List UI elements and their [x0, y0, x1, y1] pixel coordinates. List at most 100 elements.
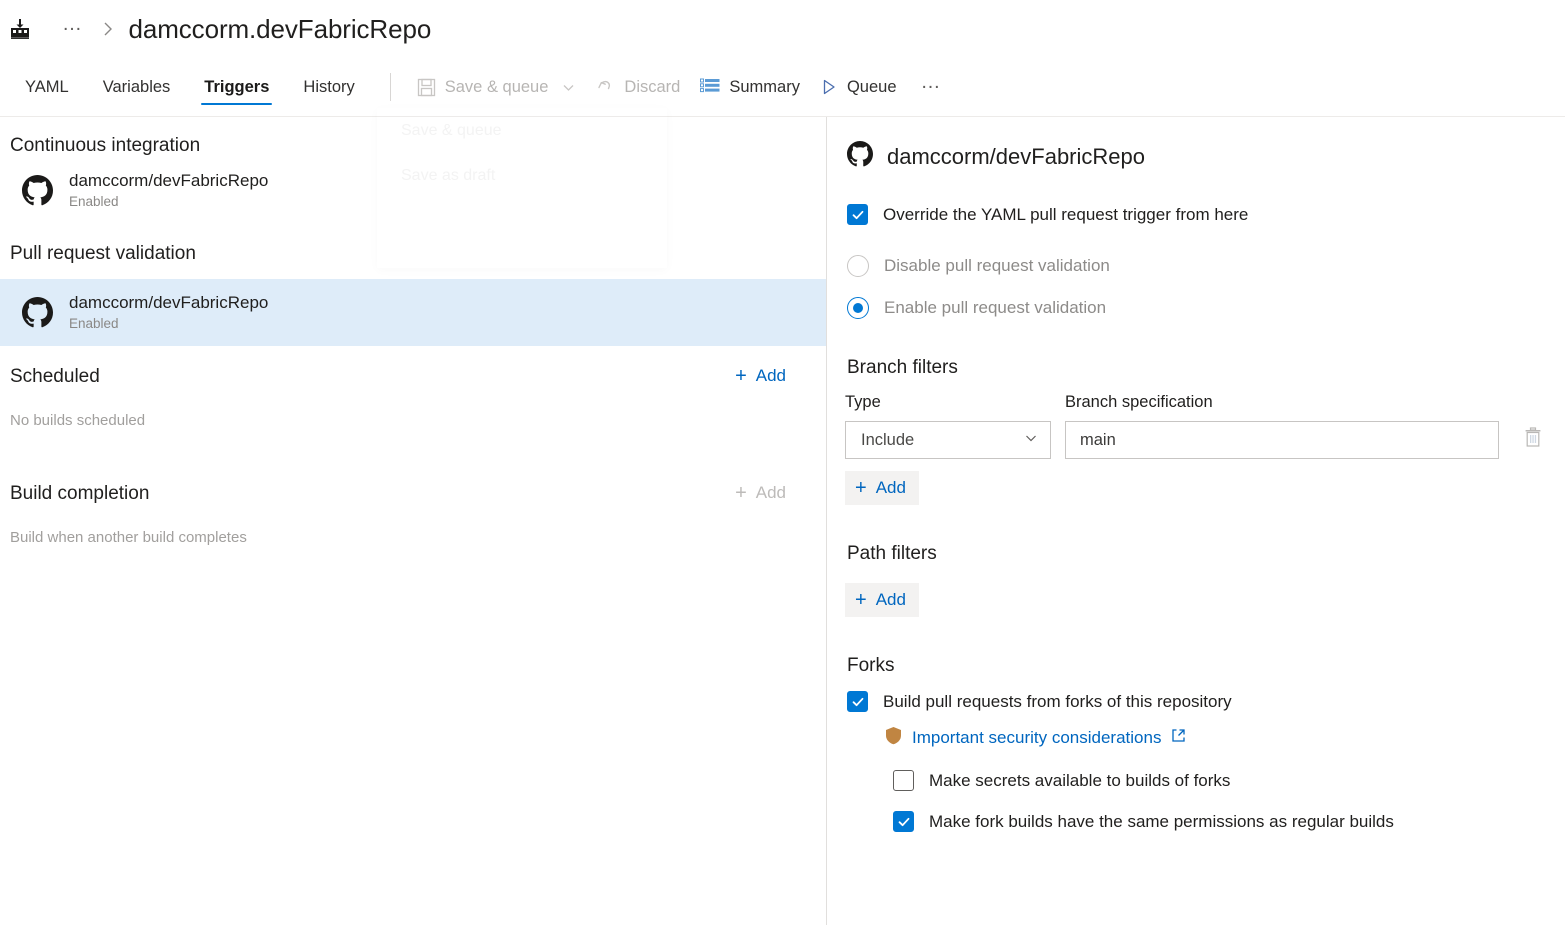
trigger-state: Enabled — [69, 316, 268, 332]
add-branch-filter-button[interactable]: + Add — [845, 471, 919, 505]
scheduled-empty-text: No builds scheduled — [0, 390, 826, 429]
branch-filter-type-label: Type — [845, 393, 1051, 412]
radio-dot — [853, 303, 863, 313]
checkbox-icon[interactable] — [893, 770, 914, 791]
add-path-filter-button[interactable]: + Add — [845, 583, 919, 617]
summary-list-icon — [700, 78, 720, 96]
queue-button[interactable]: Queue — [810, 71, 907, 104]
scheduled-section-header: Scheduled + Add — [0, 346, 826, 390]
build-completion-empty-text: Build when another build completes — [0, 507, 826, 546]
checkbox-icon[interactable] — [847, 204, 868, 225]
checkbox-icon[interactable] — [847, 691, 868, 712]
add-build-completion-label: Add — [756, 483, 786, 503]
pull-request-validation-heading: Pull request validation — [0, 225, 826, 265]
enable-pr-validation-label: Enable pull request validation — [884, 298, 1106, 318]
radio-icon-selected[interactable] — [847, 297, 869, 319]
override-yaml-trigger-checkbox-row[interactable]: Override the YAML pull request trigger f… — [845, 204, 1565, 225]
override-yaml-trigger-label: Override the YAML pull request trigger f… — [883, 205, 1248, 225]
toolbar-overflow-button[interactable]: … — [907, 71, 954, 94]
scheduled-heading: Scheduled — [0, 348, 100, 388]
play-icon — [820, 78, 838, 96]
build-completion-heading: Build completion — [0, 465, 149, 505]
trigger-item-continuous-integration[interactable]: damccorm/devFabricRepo Enabled — [0, 157, 826, 225]
branch-filters-heading: Branch filters — [847, 357, 1565, 379]
tab-triggers[interactable]: Triggers — [187, 58, 286, 116]
branch-filter-type-field: Type Include — [845, 393, 1051, 459]
build-pr-from-forks-checkbox-row[interactable]: Build pull requests from forks of this r… — [845, 691, 1565, 712]
external-link-icon — [1171, 728, 1186, 748]
shield-icon — [885, 726, 902, 750]
tab-yaml[interactable]: YAML — [8, 58, 86, 116]
branch-filter-type-value: Include — [861, 431, 914, 450]
trigger-text: damccorm/devFabricRepo Enabled — [69, 293, 268, 333]
checkbox-icon[interactable] — [893, 811, 914, 832]
continuous-integration-heading: Continuous integration — [0, 117, 826, 157]
trigger-name: damccorm/devFabricRepo — [69, 171, 268, 191]
plus-icon: + — [855, 590, 867, 610]
enable-pr-validation-radio-row[interactable]: Enable pull request validation — [845, 297, 1565, 319]
disable-pr-validation-radio-row[interactable]: Disable pull request validation — [845, 255, 1565, 277]
toolbar-divider — [390, 73, 391, 101]
triggers-list-pane: Continuous integration damccorm/devFabri… — [0, 117, 827, 925]
plus-icon: + — [735, 366, 747, 386]
chevron-down-icon — [561, 80, 576, 95]
branch-specification-field: Branch specification main — [1065, 393, 1499, 459]
tab-variables[interactable]: Variables — [86, 58, 188, 116]
discard-button[interactable]: Discard — [586, 71, 690, 104]
main-content: Continuous integration damccorm/devFabri… — [0, 116, 1565, 925]
security-considerations-link[interactable]: Important security considerations — [885, 726, 1186, 750]
breadcrumb-overflow[interactable]: … — [32, 14, 99, 34]
radio-icon[interactable] — [847, 255, 869, 277]
chevron-down-icon — [1023, 430, 1039, 451]
branch-specification-input[interactable]: main — [1065, 421, 1499, 459]
trash-icon — [1523, 427, 1543, 453]
details-repo-title: damccorm/devFabricRepo — [887, 144, 1145, 170]
trigger-text: damccorm/devFabricRepo Enabled — [69, 171, 268, 211]
make-secrets-available-label: Make secrets available to builds of fork… — [929, 771, 1230, 791]
trigger-item-pull-request-validation[interactable]: damccorm/devFabricRepo Enabled — [0, 279, 826, 347]
trigger-details-pane: damccorm/devFabricRepo Override the YAML… — [827, 117, 1565, 925]
chevron-right-icon — [99, 20, 117, 38]
queue-label: Queue — [847, 78, 897, 97]
details-header: damccorm/devFabricRepo — [845, 141, 1565, 172]
save-and-queue-label: Save & queue — [445, 78, 549, 97]
spacer — [0, 429, 826, 463]
disable-pr-validation-label: Disable pull request validation — [884, 256, 1110, 276]
branch-filter-row: Type Include Branch specification main — [845, 393, 1565, 459]
make-secrets-available-checkbox-row[interactable]: Make secrets available to builds of fork… — [893, 770, 1565, 791]
build-completion-section-header: Build completion + Add — [0, 463, 826, 507]
summary-button[interactable]: Summary — [690, 71, 810, 104]
forks-heading: Forks — [847, 655, 1565, 677]
save-icon — [417, 78, 436, 97]
page-title: damccorm.devFabricRepo — [129, 14, 432, 45]
add-scheduled-label: Add — [756, 366, 786, 386]
fork-builds-permissions-label: Make fork builds have the same permissio… — [929, 812, 1394, 832]
build-pr-from-forks-label: Build pull requests from forks of this r… — [883, 692, 1232, 712]
add-build-completion-button[interactable]: + Add — [731, 479, 790, 507]
add-path-filter-label: Add — [876, 590, 906, 610]
spacer — [0, 265, 826, 279]
security-considerations-label: Important security considerations — [912, 728, 1161, 748]
trigger-state: Enabled — [69, 194, 268, 210]
path-filters-heading: Path filters — [847, 543, 1565, 565]
add-branch-filter-label: Add — [876, 478, 906, 498]
summary-label: Summary — [729, 78, 800, 97]
branch-filter-type-select[interactable]: Include — [845, 421, 1051, 459]
branch-specification-value: main — [1080, 431, 1116, 450]
tab-strip: YAML Variables Triggers History — [8, 58, 372, 116]
pipeline-build-icon — [8, 17, 32, 41]
fork-builds-permissions-checkbox-row[interactable]: Make fork builds have the same permissio… — [893, 811, 1565, 832]
discard-label: Discard — [624, 78, 680, 97]
save-and-queue-button[interactable]: Save & queue — [407, 71, 587, 104]
tab-history[interactable]: History — [286, 58, 371, 116]
delete-branch-filter-button[interactable] — [1517, 421, 1549, 459]
branch-specification-label: Branch specification — [1065, 393, 1499, 412]
github-icon — [847, 141, 873, 172]
toolbar: YAML Variables Triggers History Save & q… — [0, 58, 1565, 116]
plus-icon: + — [735, 483, 747, 503]
trigger-name: damccorm/devFabricRepo — [69, 293, 268, 313]
add-scheduled-trigger-button[interactable]: + Add — [731, 362, 790, 390]
undo-icon — [596, 78, 615, 97]
github-icon — [22, 297, 53, 328]
breadcrumb: … damccorm.devFabricRepo — [0, 0, 1565, 58]
